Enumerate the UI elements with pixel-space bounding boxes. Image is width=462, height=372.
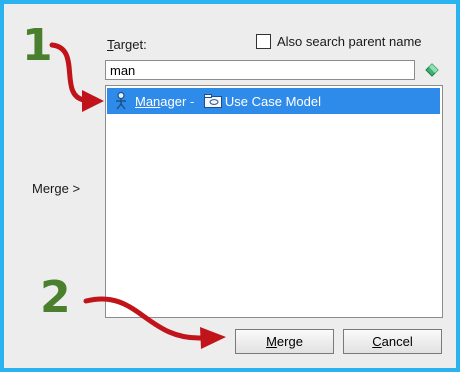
also-search-parent-option[interactable]: Also search parent name	[256, 34, 422, 49]
model-icon	[203, 94, 222, 108]
merge-side-label: Merge >	[32, 181, 81, 196]
also-search-checkbox[interactable]	[256, 34, 271, 49]
target-label: Target:	[107, 37, 147, 52]
actor-icon	[116, 92, 126, 110]
list-item[interactable]: Manager - Use Case Model	[107, 88, 440, 114]
also-search-label: Also search parent name	[277, 34, 422, 49]
model-name: Use Case Model	[224, 93, 321, 109]
cancel-button[interactable]: Cancel	[343, 329, 442, 354]
step-1-number: 1	[22, 20, 53, 71]
eraser-icon[interactable]	[424, 62, 440, 78]
search-input[interactable]	[105, 60, 415, 80]
merge-button[interactable]: Merge	[235, 329, 334, 354]
results-list[interactable]: Manager - Use Case Model	[105, 85, 443, 318]
step-2-number: 2	[40, 272, 71, 323]
result-text: Manager -	[135, 93, 198, 109]
